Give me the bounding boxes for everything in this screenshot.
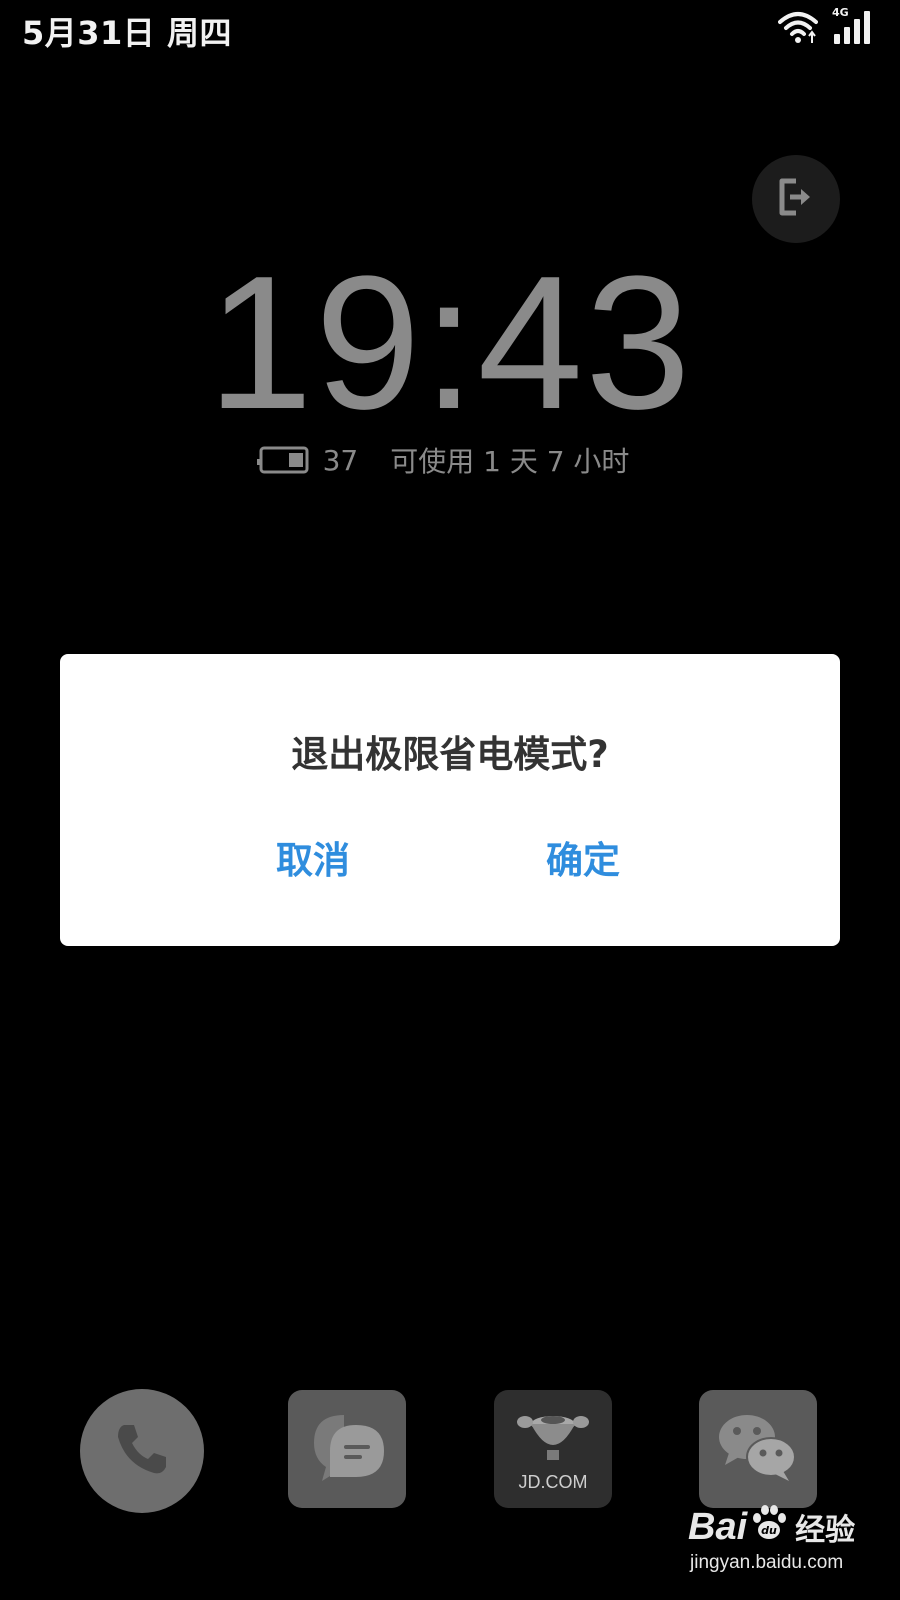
watermark-url: jingyan.baidu.com (690, 1552, 844, 1573)
watermark-cn-text: 经验 (795, 1514, 856, 1547)
lockscreen-clock: 19:43 (207, 237, 693, 449)
status-date: 5月31日 周四 (22, 14, 232, 52)
messages-icon (304, 1407, 390, 1491)
confirm-button[interactable]: 确定 (536, 826, 630, 888)
battery-percent: 37 (322, 443, 359, 477)
cancel-button[interactable]: 取消 (266, 826, 360, 888)
signal-icon: 4G (832, 6, 872, 44)
svg-text:du: du (761, 1524, 777, 1537)
watermark-logo-text: Bai (688, 1505, 748, 1548)
wechat-icon (713, 1407, 803, 1491)
status-bar: 5月31日 周四 4G (0, 0, 900, 56)
phone-icon (110, 1417, 174, 1485)
exit-icon (776, 175, 816, 223)
network-type-label: 4G (832, 6, 849, 19)
battery-remaining-time: 可使用 1 天 7 小时 (390, 445, 630, 478)
jd-icon (513, 1406, 593, 1470)
battery-info: 37 可使用 1 天 7 小时 (0, 440, 900, 480)
baidu-paw-icon: du (749, 1502, 789, 1552)
phone-app[interactable] (80, 1389, 204, 1513)
wechat-app[interactable] (699, 1390, 817, 1508)
watermark-logo: Bai du 经验 (688, 1502, 888, 1552)
exit-power-saving-dialog: 退出极限省电模式? 取消 确定 (60, 654, 840, 946)
jd-app[interactable]: JD.COM (494, 1390, 612, 1508)
app-dock: JD.COM (0, 1389, 900, 1514)
dialog-title: 退出极限省电模式? (291, 733, 609, 776)
status-icons: 4G (778, 6, 872, 44)
exit-power-saving-button[interactable] (752, 155, 840, 243)
battery-icon (255, 445, 311, 475)
wifi-icon (778, 10, 818, 44)
jd-app-label: JD.COM (518, 1471, 588, 1492)
baidu-jingyan-watermark: Bai du 经验 jingyan.baidu.com (688, 1502, 888, 1574)
messages-app[interactable] (288, 1390, 406, 1508)
